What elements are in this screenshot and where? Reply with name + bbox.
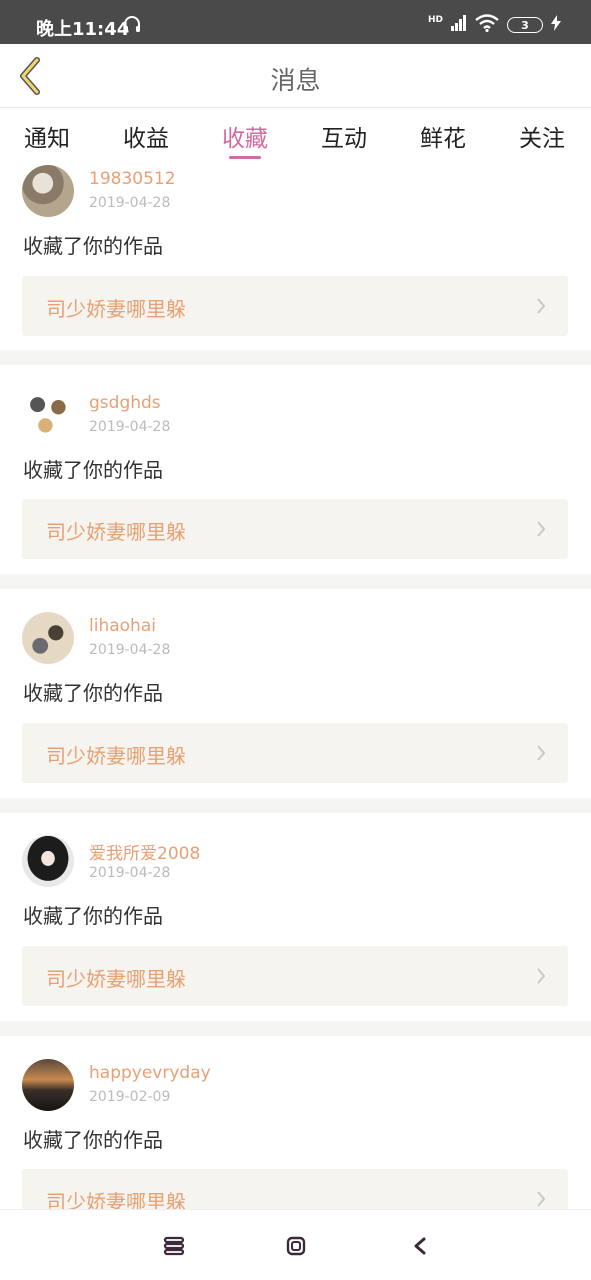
- avatar[interactable]: [22, 389, 74, 441]
- date-label: 2019-04-28: [89, 642, 171, 658]
- username-link[interactable]: lihaohai: [89, 616, 156, 636]
- list-item: happyevryday 2019-02-09 收藏了你的作品 司少娇妻哪里躲: [0, 1036, 591, 1209]
- avatar[interactable]: [22, 1059, 74, 1111]
- list-item: 爱我所爱2008 2019-04-28 收藏了你的作品 司少娇妻哪里躲: [0, 813, 591, 1037]
- username-link[interactable]: 19830512: [89, 169, 176, 189]
- action-text: 收藏了你的作品: [23, 458, 163, 482]
- divider: [0, 1021, 591, 1036]
- date-label: 2019-04-28: [89, 865, 171, 881]
- chevron-right-icon: [537, 745, 546, 761]
- work-card[interactable]: 司少娇妻哪里躲: [22, 1169, 568, 1209]
- chevron-right-icon: [537, 521, 546, 537]
- header: 消息: [0, 44, 591, 108]
- status-time: 晚上11:44: [36, 19, 130, 40]
- chevron-right-icon: [537, 298, 546, 314]
- chevron-right-icon: [537, 1191, 546, 1207]
- wifi-icon: [475, 14, 499, 36]
- avatar[interactable]: [22, 165, 74, 217]
- menu-icon: [163, 1236, 185, 1256]
- system-nav-bar: [0, 1209, 591, 1280]
- work-card[interactable]: 司少娇妻哪里躲: [22, 276, 568, 336]
- tab-interactions[interactable]: 互动: [321, 119, 367, 153]
- home-square-icon: [286, 1236, 306, 1256]
- charging-icon: [551, 15, 561, 35]
- username-link[interactable]: 爱我所爱2008: [89, 839, 200, 864]
- avatar[interactable]: [22, 612, 74, 664]
- tab-follows[interactable]: 关注: [519, 119, 565, 153]
- date-label: 2019-04-28: [89, 419, 171, 435]
- username-link[interactable]: gsdghds: [89, 393, 161, 413]
- work-card[interactable]: 司少娇妻哪里躲: [22, 499, 568, 559]
- username-link[interactable]: happyevryday: [89, 1063, 211, 1083]
- home-button[interactable]: [282, 1232, 310, 1260]
- divider: [0, 574, 591, 589]
- work-title: 司少娇妻哪里躲: [46, 1190, 186, 1209]
- back-nav-button[interactable]: [406, 1232, 434, 1260]
- hd-label: HD: [427, 14, 443, 25]
- tab-earnings[interactable]: 收益: [123, 119, 169, 153]
- work-title: 司少娇妻哪里躲: [46, 967, 186, 991]
- chevron-right-icon: [537, 968, 546, 984]
- tab-notifications[interactable]: 通知: [24, 119, 70, 153]
- list-item: gsdghds 2019-04-28 收藏了你的作品 司少娇妻哪里躲: [0, 365, 591, 589]
- work-card[interactable]: 司少娇妻哪里躲: [22, 946, 568, 1006]
- tab-flowers[interactable]: 鲜花: [420, 119, 466, 153]
- favorites-feed: 19830512 2019-04-28 收藏了你的作品 司少娇妻哪里躲 gsdg…: [0, 161, 591, 1209]
- menu-button[interactable]: [160, 1232, 188, 1260]
- tab-bar: 通知 收益 收藏 互动 鲜花 关注: [0, 109, 591, 161]
- work-title: 司少娇妻哪里躲: [46, 744, 186, 768]
- date-label: 2019-02-09: [89, 1089, 171, 1105]
- page-title: 消息: [270, 66, 321, 95]
- work-title: 司少娇妻哪里躲: [46, 297, 186, 321]
- signal-icon: [451, 15, 467, 35]
- work-title: 司少娇妻哪里躲: [46, 520, 186, 544]
- action-text: 收藏了你的作品: [23, 234, 163, 258]
- list-item: lihaohai 2019-04-28 收藏了你的作品 司少娇妻哪里躲: [0, 589, 591, 813]
- headset-icon: [122, 15, 142, 37]
- work-card[interactable]: 司少娇妻哪里躲: [22, 723, 568, 783]
- battery-indicator: 3: [507, 17, 543, 33]
- divider: [0, 798, 591, 813]
- avatar[interactable]: [22, 835, 74, 887]
- date-label: 2019-04-28: [89, 195, 171, 211]
- action-text: 收藏了你的作品: [23, 681, 163, 705]
- tab-favorites[interactable]: 收藏: [222, 119, 268, 153]
- back-triangle-icon: [414, 1237, 426, 1255]
- status-bar: 晚上11:44 HD 3: [0, 0, 591, 44]
- list-item: 19830512 2019-04-28 收藏了你的作品 司少娇妻哪里躲: [0, 161, 591, 369]
- active-tab-indicator: [229, 156, 261, 159]
- action-text: 收藏了你的作品: [23, 1128, 163, 1152]
- divider: [0, 350, 591, 365]
- action-text: 收藏了你的作品: [23, 904, 163, 928]
